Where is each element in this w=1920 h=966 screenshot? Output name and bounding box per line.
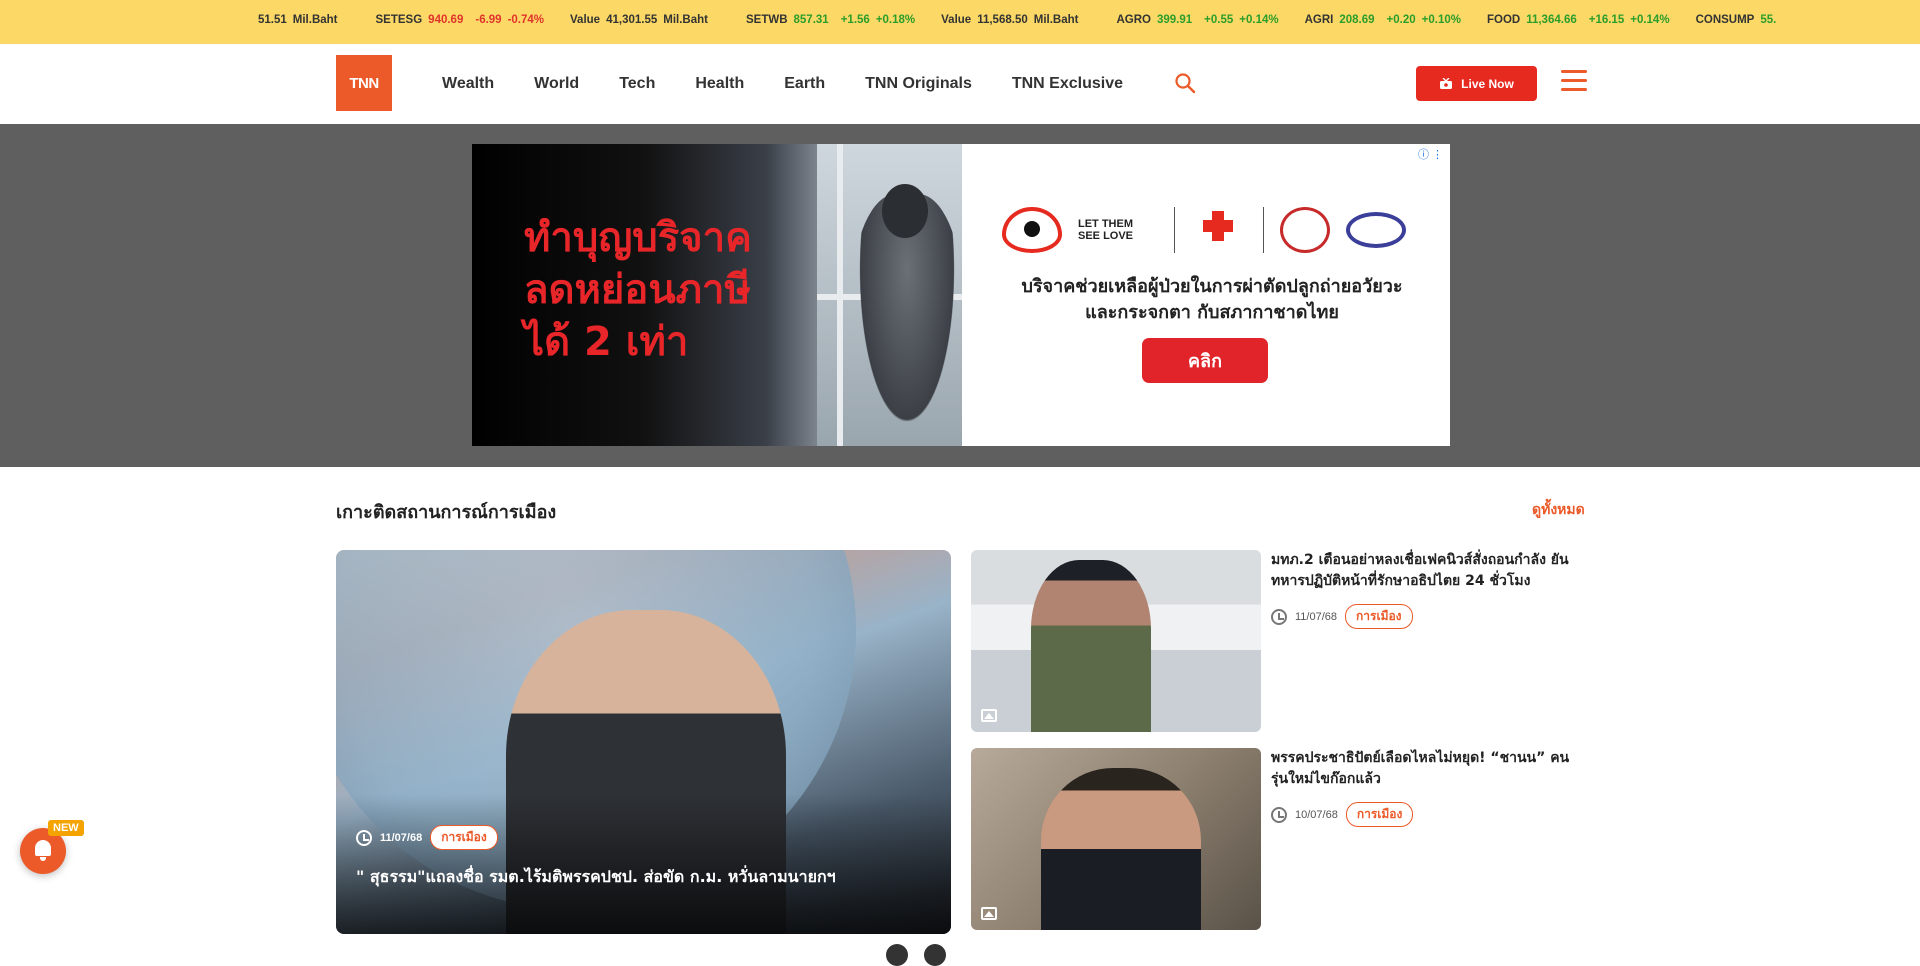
image-gallery-icon — [981, 907, 997, 920]
ticker-pct: +0.14% — [1239, 14, 1279, 26]
ticker-label: SETWB — [745, 14, 788, 26]
ticker-change: -6.99 — [475, 14, 502, 26]
market-ticker: 51.51 Mil.Baht SETESG 940.69 -6.99 -0.74% Valu… — [0, 0, 1920, 44]
ticker-unit: Mil.Baht — [663, 14, 708, 26]
ticker-item: AGRI 208.69 +0.20 +0.10% — [1305, 14, 1461, 26]
main-story-date: 11/07/68 — [380, 831, 423, 844]
ticker-unit: Mil.Baht — [292, 14, 338, 26]
clock-icon — [356, 829, 372, 846]
hamburger-menu-icon[interactable] — [1561, 70, 1587, 92]
nav-item-world[interactable]: World — [534, 75, 579, 93]
bell-icon — [35, 840, 51, 861]
side-story-date: 11/07/68 — [1295, 610, 1338, 623]
clock-icon — [1271, 806, 1287, 823]
side-story-card[interactable]: มทภ.2 เตือนอย่าหลงเชื่อเฟคนิวส์สั่งถอนกำ… — [971, 550, 1586, 732]
ad-click-button[interactable]: คลิก — [1142, 338, 1268, 383]
category-tag[interactable]: การเมือง — [1345, 802, 1414, 827]
ticker-value: 940.69 — [428, 14, 464, 26]
category-tag[interactable]: การเมือง — [1345, 604, 1413, 629]
side-story-title[interactable]: มทภ.2 เตือนอย่าหลงเชื่อเฟคนิวส์สั่งถอนกำ… — [1271, 550, 1586, 592]
ticker-change: +0.20 — [1386, 14, 1416, 26]
live-now-label: Live Now — [1461, 76, 1514, 91]
live-now-button[interactable]: Live Now — [1416, 66, 1537, 101]
eye-heart-logo-icon — [1002, 207, 1062, 253]
ticker-value: 208.69 — [1339, 14, 1375, 26]
ad-band: ทำบุญบริจาค ลดหย่อนภาษี ได้ 2 เท่า LET T… — [0, 124, 1920, 467]
ticker-label: CONSUMP — [1695, 14, 1755, 26]
main-nav: Wealth World Tech Health Earth TNN Origi… — [442, 44, 1163, 124]
ticker-value: 399.91 — [1156, 14, 1193, 26]
carousel-dot[interactable] — [886, 944, 908, 966]
see-all-link[interactable]: ดูทั้งหมด — [1532, 499, 1585, 521]
ticker-item: AGRO 399.91 +0.55 +0.14% — [1116, 14, 1278, 26]
nav-item-tnn-originals[interactable]: TNN Originals — [865, 75, 972, 93]
carousel-dot[interactable] — [924, 944, 946, 966]
tv-icon — [1440, 77, 1453, 89]
site-header: TNN Wealth World Tech Health Earth TNN O… — [0, 44, 1920, 124]
main-story-meta: 11/07/68 การเมือง — [356, 825, 498, 850]
ticker-item: SETESG 940.69 -6.99 -0.74% — [376, 14, 545, 26]
ticker-value: 857.31 — [793, 14, 829, 26]
carousel-dots — [886, 944, 946, 966]
ticker-item: FOOD 11,364.66 +16.15 +0.14% — [1487, 14, 1670, 26]
organ-donation-seal-icon — [1280, 207, 1330, 253]
ad-headline: ทำบุญบริจาค ลดหย่อนภาษี ได้ 2 เท่า — [524, 215, 752, 365]
clock-icon — [1271, 608, 1287, 625]
category-tag[interactable]: การเมือง — [430, 825, 498, 850]
ticker-value: 51.51 — [258, 14, 287, 26]
nav-item-wealth[interactable]: Wealth — [442, 75, 494, 93]
side-story-meta: 11/07/68 การเมือง — [1271, 604, 1413, 629]
ticker-change: +16.15 — [1588, 14, 1625, 26]
ticker-value: 11,364.66 — [1526, 14, 1577, 26]
ticker-pct: +0.10% — [1421, 14, 1461, 26]
ticker-item: CONSUMP 55. — [1696, 14, 1795, 26]
search-icon[interactable] — [1174, 72, 1196, 94]
ticker-label: AGRO — [1116, 14, 1151, 26]
new-badge: NEW — [48, 820, 84, 836]
ticker-item: 51.51 Mil.Baht — [252, 14, 350, 26]
ticker-label: FOOD — [1486, 14, 1521, 26]
ticker-value: 55. — [1760, 14, 1777, 26]
nav-item-earth[interactable]: Earth — [784, 75, 825, 93]
section-title: เกาะติดสถานการณ์การเมือง — [336, 502, 557, 523]
side-story-meta: 10/07/68 การเมือง — [1271, 802, 1414, 827]
ticker-value: 11,568.50 — [977, 14, 1028, 26]
tnn-logo[interactable]: TNN — [336, 55, 392, 111]
ticker-label: Value — [570, 14, 601, 26]
side-story-card[interactable]: พรรคประชาธิปัตย์เลือดไหลไม่หยุด! “ชานน” … — [971, 748, 1586, 930]
ticker-label: SETESG — [375, 14, 423, 26]
ticker-pct: +0.18% — [875, 14, 916, 26]
side-story-image — [971, 748, 1261, 930]
ad-logos: LET THEM SEE LOVE — [1002, 204, 1422, 256]
ticker-unit: Mil.Baht — [1033, 14, 1079, 26]
ad-description: บริจาคช่วยเหลือผู้ป่วยในการผ่าตัดปลูกถ่า… — [1021, 276, 1403, 323]
red-cross-icon — [1191, 207, 1247, 253]
side-story-date: 10/07/68 — [1295, 808, 1338, 821]
ticker-label: AGRI — [1304, 14, 1334, 26]
let-them-see-love-logo: LET THEM SEE LOVE — [1078, 218, 1134, 242]
ticker-change: +1.56 — [840, 14, 870, 26]
main-story-card[interactable]: 11/07/68 การเมือง " สุธรรม"แถลงชื่อ รมต.… — [336, 550, 951, 934]
main-story-title[interactable]: " สุธรรม"แถลงชื่อ รมต.ไร้มติพรรคปชป. ส่อ… — [356, 865, 936, 890]
image-gallery-icon — [981, 709, 997, 722]
ticker-label: Value — [941, 14, 972, 26]
ticker-track: 51.51 Mil.Baht SETESG 940.69 -6.99 -0.74% Valu… — [252, 14, 1820, 26]
side-story-image — [971, 550, 1261, 732]
ticker-item: SETWB 857.31 +1.56 +0.18% — [746, 14, 915, 26]
nav-item-health[interactable]: Health — [695, 75, 744, 93]
nav-item-tnn-exclusive[interactable]: TNN Exclusive — [1012, 75, 1123, 93]
ticker-item: Value 11,568.50 Mil.Baht — [941, 14, 1090, 26]
ticker-change: +0.55 — [1204, 14, 1234, 26]
ticker-pct: +0.14% — [1630, 14, 1670, 26]
ticker-item: Value 41,301.55 Mil.Baht — [570, 14, 720, 26]
ticker-value: 41,301.55 — [606, 14, 658, 26]
ticker-pct: -0.74% — [507, 14, 545, 26]
ad-banner[interactable]: ทำบุญบริจาค ลดหย่อนภาษี ได้ 2 เท่า LET T… — [472, 144, 1450, 446]
ad-info-icon[interactable]: ⓘ ⋮ — [1418, 146, 1443, 162]
nav-item-tech[interactable]: Tech — [619, 75, 655, 93]
side-story-title[interactable]: พรรคประชาธิปัตย์เลือดไหลไม่หยุด! “ชานน” … — [1271, 748, 1586, 790]
eye-bank-logo-icon — [1346, 212, 1406, 248]
